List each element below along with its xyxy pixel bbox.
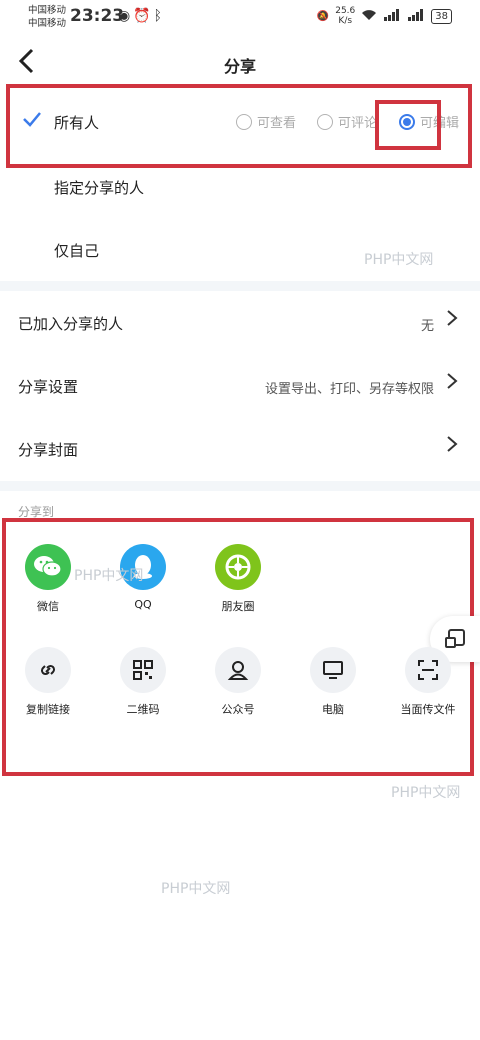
signal-icon — [383, 8, 401, 24]
status-bar: 中国移动 中国移动 23:23 ◉⏰ᛒ 🔕 25.6 K/s 38 — [0, 0, 480, 36]
chevron-right-icon — [446, 371, 458, 397]
speed-unit: K/s — [338, 16, 353, 26]
permission-self-label: 仅自己 — [54, 242, 100, 260]
moments-icon — [215, 544, 261, 590]
share-computer-label: 电脑 — [322, 703, 344, 716]
eye-icon: ◉ — [118, 8, 134, 24]
joined-people-value: 无 — [420, 319, 434, 334]
share-qrcode-label: 二维码 — [126, 703, 160, 716]
battery-indicator: 38 — [431, 8, 452, 24]
joined-people-row[interactable]: 已加入分享的人 无 — [0, 291, 480, 353]
wifi-icon — [361, 9, 377, 24]
mute-icon: 🔕 — [316, 10, 330, 22]
watermark: PHP中文网 — [161, 881, 231, 897]
highlight-box-edit — [375, 100, 441, 150]
divider — [0, 281, 480, 291]
qrcode-icon — [120, 647, 166, 693]
share-copy-link-label: 复制链接 — [26, 703, 70, 716]
permission-specified-row[interactable]: 指定分享的人 — [0, 155, 480, 217]
share-qrcode[interactable]: 二维码 — [98, 647, 188, 717]
share-cover-row[interactable]: 分享封面 — [0, 417, 480, 479]
bluetooth-icon: ᛒ — [153, 8, 166, 24]
share-copy-link[interactable]: 复制链接 — [3, 647, 93, 717]
share-settings-label: 分享设置 — [18, 378, 79, 396]
alarm-icon: ⏰ — [133, 8, 154, 24]
share-official-account[interactable]: 公众号 — [193, 647, 283, 717]
status-icons: ◉⏰ᛒ — [118, 8, 165, 24]
share-settings-value: 设置导出、打印、另存等权限 — [264, 382, 434, 397]
status-time: 23:23 — [70, 6, 125, 26]
signal-icon-2 — [407, 8, 425, 24]
permission-specified-label: 指定分享的人 — [54, 179, 145, 197]
share-official-account-label: 公众号 — [221, 703, 255, 716]
link-icon — [25, 647, 71, 693]
carrier-info: 中国移动 中国移动 — [28, 4, 66, 30]
share-cover-label: 分享封面 — [18, 441, 79, 459]
share-moments[interactable]: 朋友圈 — [193, 544, 283, 614]
share-moments-label: 朋友圈 — [221, 600, 255, 613]
watermark: PHP中文网 — [391, 785, 461, 801]
page-title: 分享 — [223, 57, 256, 76]
watermark: PHP中文网 — [364, 252, 434, 268]
chevron-right-icon — [446, 434, 458, 460]
official-account-icon — [215, 647, 261, 693]
computer-icon — [310, 647, 356, 693]
joined-people-label: 已加入分享的人 — [18, 315, 124, 333]
scan-icon — [405, 647, 451, 693]
divider — [0, 481, 480, 491]
status-right: 🔕 25.6 K/s 38 — [317, 6, 452, 26]
share-settings-row[interactable]: 分享设置 设置导出、打印、另存等权限 — [0, 354, 480, 416]
watermark: PHP中文网 — [74, 568, 144, 584]
speed-value: 25.6 — [335, 6, 356, 16]
share-computer[interactable]: 电脑 — [288, 647, 378, 717]
network-speed: 25.6 K/s — [335, 6, 355, 26]
carrier-1: 中国移动 — [28, 5, 67, 16]
share-wechat-label: 微信 — [37, 600, 59, 613]
carrier-2: 中国移动 — [28, 18, 67, 29]
share-face-to-face-label: 当面传文件 — [400, 703, 456, 716]
share-qq-label: QQ — [134, 598, 152, 611]
chevron-right-icon — [446, 308, 458, 334]
header: 分享 — [0, 36, 480, 90]
share-face-to-face[interactable]: 当面传文件 — [383, 647, 473, 717]
wechat-icon — [25, 544, 71, 590]
